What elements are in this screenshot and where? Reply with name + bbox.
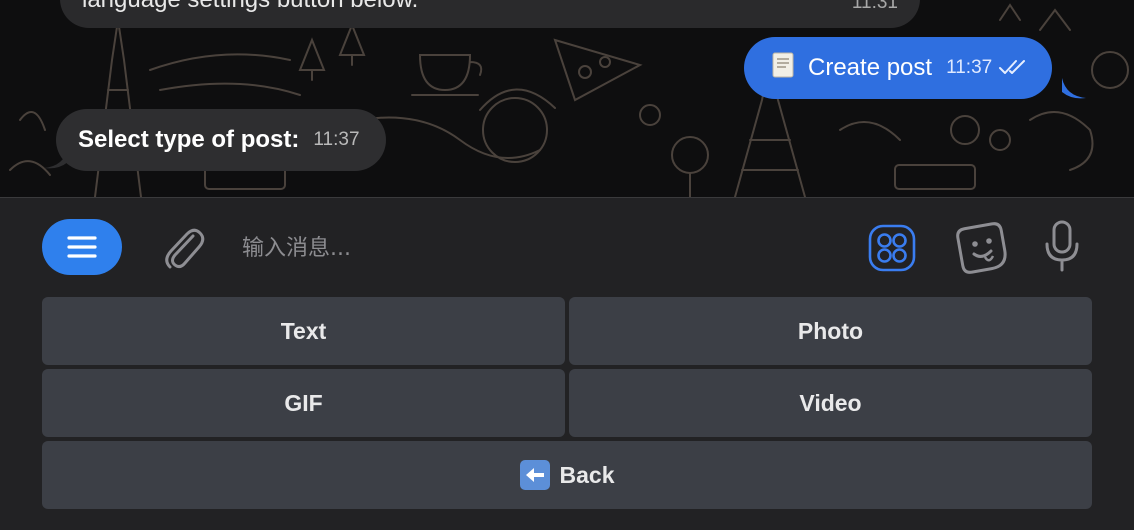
keyboard-button-label: Back <box>559 461 615 488</box>
voice-message-button[interactable] <box>1036 216 1088 276</box>
keyboard-button-photo[interactable]: Photo <box>569 297 1092 365</box>
double-check-icon <box>998 54 1028 82</box>
message-bubble-outgoing: Create post 11:37 <box>744 37 1053 99</box>
chat-area: language settings button below. 11:31 Cr… <box>0 0 1134 197</box>
sticker-button[interactable] <box>952 218 1012 278</box>
message-text: language settings button below. <box>82 0 418 14</box>
message-input[interactable] <box>242 228 832 268</box>
menu-icon <box>67 236 97 258</box>
sticker-icon <box>956 222 1007 274</box>
keyboard-button-text[interactable]: Text <box>42 297 565 365</box>
apps-icon <box>868 224 916 272</box>
message-text: Create post <box>808 54 933 81</box>
bubble-tail <box>44 148 68 169</box>
keyboard-button-back[interactable]: Back <box>42 441 1092 509</box>
bot-reply-keyboard: Text Photo GIF Video Back <box>42 297 1092 509</box>
keyboard-button-video[interactable]: Video <box>569 369 1092 437</box>
message-time: 11:31 <box>851 0 898 13</box>
bot-menu-button[interactable] <box>42 219 122 275</box>
message-text: Select type of post: <box>78 126 300 153</box>
message-bubble-incoming: Select type of post: 11:37 <box>56 109 386 171</box>
message-composer: Text Photo GIF Video Back <box>0 197 1134 530</box>
back-arrow-emoji-icon <box>519 460 550 490</box>
message-bubble-incoming: language settings button below. 11:31 <box>60 0 920 28</box>
message-time: 11:37 <box>946 57 993 78</box>
keyboard-button-gif[interactable]: GIF <box>42 369 565 437</box>
message-time: 11:37 <box>313 129 360 150</box>
paperclip-icon <box>165 228 205 269</box>
bubble-tail <box>1062 78 1086 99</box>
doc-emoji-icon <box>768 50 798 87</box>
microphone-icon <box>1045 220 1079 272</box>
apps-button[interactable] <box>864 220 920 276</box>
attach-button[interactable] <box>156 220 212 276</box>
